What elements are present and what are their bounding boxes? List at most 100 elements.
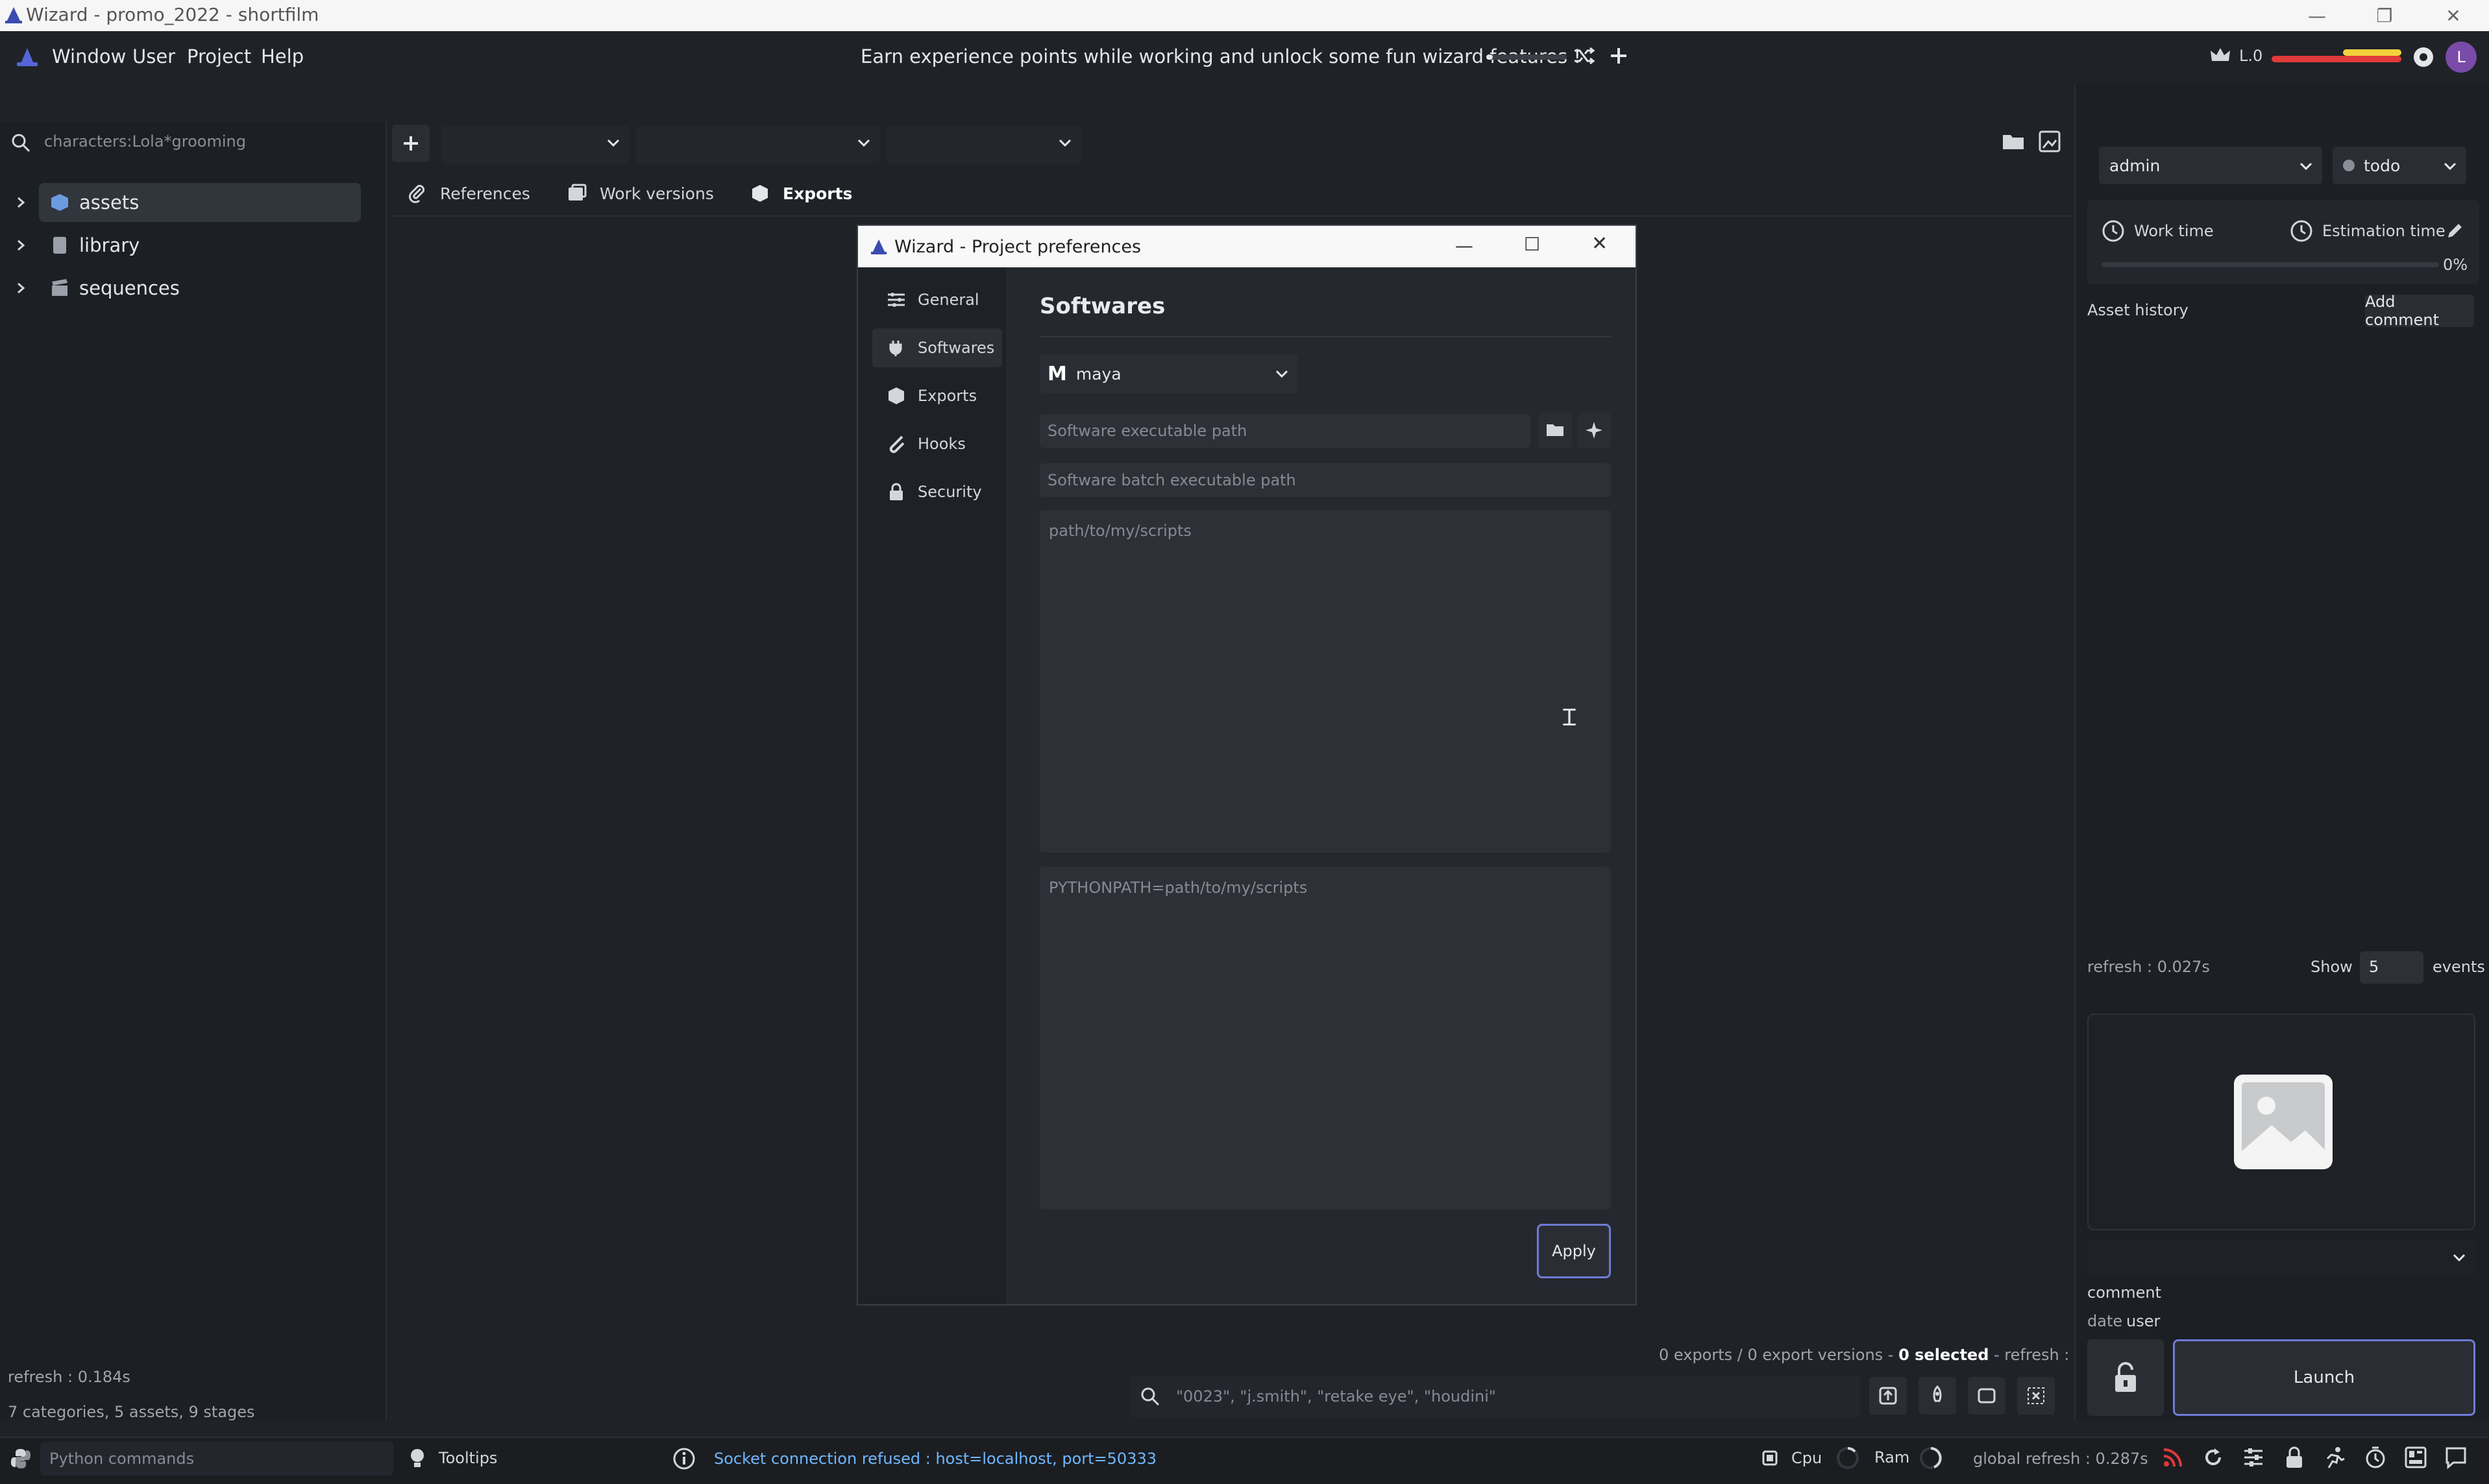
nav-hooks[interactable]: Hooks xyxy=(872,424,1002,463)
sliders-icon xyxy=(887,291,906,308)
state-select[interactable]: todo xyxy=(2333,147,2466,184)
nav-security[interactable]: Security xyxy=(872,472,1002,511)
python-command-input[interactable]: Python commands xyxy=(40,1442,393,1476)
running-person-icon[interactable] xyxy=(2323,1446,2347,1469)
lock-toggle-button[interactable] xyxy=(2087,1339,2164,1416)
lock-status-icon[interactable] xyxy=(2283,1446,2305,1469)
dialog-maximize-button[interactable]: ☐ xyxy=(1524,234,1540,255)
launch-button[interactable]: Launch xyxy=(2173,1339,2475,1416)
menu-window[interactable]: Window xyxy=(52,45,126,67)
nav-exports[interactable]: Exports xyxy=(872,376,1002,415)
exports-search[interactable]: "0023", "j.smith", "retake eye", "houdin… xyxy=(1131,1376,1860,1417)
refresh-icon[interactable] xyxy=(2201,1446,2225,1469)
apply-button[interactable]: Apply xyxy=(1537,1224,1611,1278)
nav-softwares[interactable]: Softwares xyxy=(872,328,1002,367)
scripts-path-placeholder: path/to/my/scripts xyxy=(1049,522,1192,540)
timer-icon[interactable] xyxy=(2364,1446,2387,1469)
upload-button[interactable] xyxy=(1869,1377,1907,1415)
cpu-label: Cpu xyxy=(1791,1449,1822,1467)
executable-path-input[interactable]: Software executable path xyxy=(1040,414,1530,448)
environment-textarea[interactable]: PYTHONPATH=path/to/my/scripts xyxy=(1040,867,1611,1210)
open-folder-icon[interactable] xyxy=(2002,131,2025,152)
events-label: events xyxy=(2433,958,2485,976)
chevron-down-icon xyxy=(2452,1252,2466,1263)
filter-dropdown-1[interactable] xyxy=(441,126,630,164)
chevron-right-icon[interactable] xyxy=(16,281,30,295)
tab-references[interactable]: References xyxy=(408,174,530,213)
filter-dropdown-2[interactable] xyxy=(636,126,880,164)
python-command-placeholder: Python commands xyxy=(49,1450,195,1468)
environment-placeholder: PYTHONPATH=path/to/my/scripts xyxy=(1049,879,1308,897)
add-icon[interactable] xyxy=(1606,43,1632,69)
tree-item-library[interactable]: library xyxy=(0,226,363,265)
dialog-close-button[interactable]: ✕ xyxy=(1591,232,1608,255)
cpu-monitor: Cpu xyxy=(1759,1447,1822,1469)
settings-gear-icon[interactable] xyxy=(2410,44,2436,70)
frame-button[interactable] xyxy=(1968,1377,2005,1415)
assets-cube-icon xyxy=(49,192,70,213)
dialog-title: Wizard - Project preferences xyxy=(894,236,1142,257)
version-select[interactable] xyxy=(2087,1239,2475,1276)
maya-icon: M xyxy=(1048,362,1067,385)
settings-sliders-icon[interactable] xyxy=(2242,1446,2265,1469)
rss-feed-icon[interactable] xyxy=(2161,1446,2185,1469)
xp-progress-bar xyxy=(1486,55,1567,60)
menu-user[interactable]: User xyxy=(132,45,175,67)
browse-folder-button[interactable] xyxy=(1538,413,1572,448)
estimation-time-label: Estimation time xyxy=(2322,222,2446,240)
asset-search[interactable]: characters:Lola*grooming xyxy=(0,123,387,162)
tab-exports[interactable]: Exports xyxy=(750,174,852,213)
wizard-logo-icon[interactable] xyxy=(16,47,39,67)
info-icon xyxy=(672,1447,696,1470)
text-cursor-icon: Ɪ xyxy=(1563,705,1576,731)
clock-icon xyxy=(2102,219,2125,243)
python-icon xyxy=(9,1447,32,1470)
menu-project[interactable]: Project xyxy=(187,45,251,67)
software-select[interactable]: M maya xyxy=(1040,354,1298,393)
batch-path-placeholder: Software batch executable path xyxy=(1048,471,1296,489)
asset-search-input[interactable]: characters:Lola*grooming xyxy=(44,132,246,151)
edit-estimation-pencil-icon[interactable] xyxy=(2446,221,2465,240)
shuffle-icon[interactable] xyxy=(1571,44,1597,67)
search-icon xyxy=(1140,1386,1160,1407)
ram-gauge-icon xyxy=(1919,1446,1943,1470)
cpu-gauge-icon xyxy=(1835,1446,1860,1470)
os-close-button[interactable]: ✕ xyxy=(2421,0,2486,31)
nav-general[interactable]: General xyxy=(872,280,1002,319)
filter-dropdown-3[interactable] xyxy=(887,126,1081,164)
auto-detect-sparkle-button[interactable] xyxy=(1577,413,1611,448)
tree-item-sequences[interactable]: sequences xyxy=(0,269,363,308)
os-maximize-button[interactable]: ❐ xyxy=(2352,0,2417,31)
ram-label: Ram xyxy=(1874,1448,1910,1466)
user-select[interactable]: admin xyxy=(2099,147,2322,184)
image-edit-icon[interactable] xyxy=(2038,130,2061,153)
scripts-path-textarea[interactable]: path/to/my/scripts xyxy=(1040,510,1611,853)
user-avatar[interactable]: L xyxy=(2446,42,2477,73)
clear-selection-button[interactable] xyxy=(2017,1377,2055,1415)
state-select-value: todo xyxy=(2364,156,2401,175)
chevron-right-icon[interactable] xyxy=(16,195,30,210)
add-comment-button[interactable]: Add comment xyxy=(2365,293,2474,329)
dialog-minimize-button[interactable]: — xyxy=(1455,235,1473,256)
stack-icon xyxy=(567,184,587,203)
launch-rocket-button[interactable] xyxy=(1919,1377,1956,1415)
menu-help[interactable]: Help xyxy=(261,45,304,67)
left-panel xyxy=(0,122,387,1420)
batch-path-input[interactable]: Software batch executable path xyxy=(1040,463,1611,497)
work-time-label: Work time xyxy=(2134,222,2214,240)
os-minimize-button[interactable]: — xyxy=(2285,0,2349,31)
heading-divider xyxy=(1040,336,1611,337)
tree-item-assets[interactable]: assets xyxy=(0,183,363,222)
global-refresh-time: global refresh : 0.287s xyxy=(1973,1450,2148,1468)
image-placeholder-icon xyxy=(2233,1073,2334,1171)
add-export-button[interactable] xyxy=(392,125,430,162)
dashboard-icon[interactable] xyxy=(2404,1446,2427,1469)
tab-work-versions[interactable]: Work versions xyxy=(567,174,714,213)
event-count-input[interactable]: 5 xyxy=(2360,951,2423,984)
cube-icon xyxy=(887,386,906,406)
chevron-right-icon[interactable] xyxy=(16,238,30,252)
user-label: user xyxy=(2126,1312,2161,1330)
nav-label: Exports xyxy=(918,387,977,405)
chat-message-icon[interactable] xyxy=(2444,1446,2468,1469)
tooltips-toggle[interactable]: Tooltips xyxy=(408,1447,497,1469)
